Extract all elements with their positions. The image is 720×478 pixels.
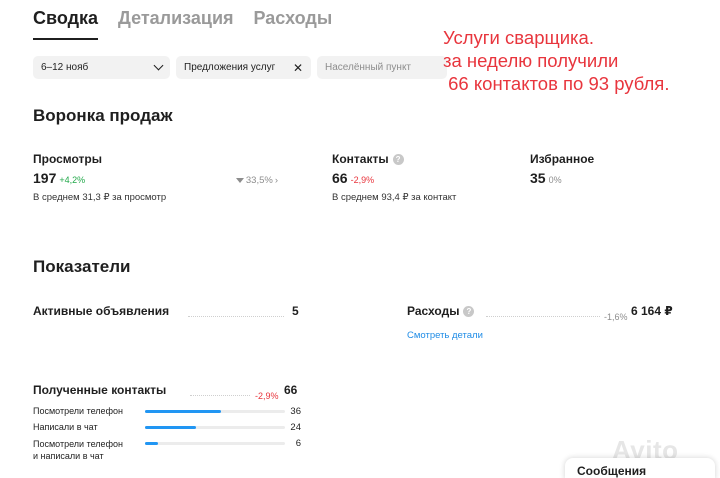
received-contacts-delta: -2,9%: [255, 391, 279, 401]
progress-track: [145, 426, 285, 429]
expenses-delta-wrap: -1,6%: [604, 307, 628, 325]
expenses-delta: -1,6%: [604, 312, 628, 322]
dotted-leader: [188, 316, 284, 317]
indicators-title: Показатели: [33, 257, 131, 276]
funnel-icon: [235, 178, 244, 183]
favorites-label: Избранное: [530, 152, 595, 166]
progress-fill: [145, 442, 158, 445]
received-contacts-value: 66: [284, 383, 298, 397]
place-placeholder: Населённый пункт: [325, 62, 412, 73]
expenses-value: 6 164 ₽: [631, 304, 673, 318]
tab-bar: Сводка Детализация Расходы: [33, 8, 332, 40]
tab-expenses[interactable]: Расходы: [254, 8, 333, 40]
favorites-metric: Избранное 35 0%: [530, 152, 650, 188]
favorites-delta: 0%: [548, 175, 562, 185]
close-icon[interactable]: ✕: [293, 61, 303, 75]
dotted-leader: [486, 316, 600, 317]
contacts-avg: В среднем 93,4 ₽ за контакт: [332, 192, 457, 203]
conversion-link[interactable]: 33,5% ›: [235, 175, 278, 186]
conversion-value: 33,5%: [245, 175, 273, 186]
breakdown-value: 36: [290, 406, 301, 417]
chevron-down-icon: [153, 60, 164, 71]
dotted-leader: [190, 395, 250, 396]
help-icon[interactable]: ?: [392, 154, 404, 165]
favorites-value: 35: [530, 170, 546, 186]
received-contacts-delta-wrap: -2,9%: [255, 386, 279, 404]
contacts-value: 66: [332, 170, 348, 186]
views-label: Просмотры: [33, 152, 103, 166]
help-icon[interactable]: ?: [463, 306, 475, 317]
contacts-label: Контакты: [332, 152, 389, 166]
service-filter[interactable]: Предложения услуг ✕: [176, 56, 311, 79]
views-metric: Просмотры 197 +4,2% 33,5% › В среднем 31,…: [33, 152, 278, 203]
funnel-title: Воронка продаж: [33, 106, 173, 125]
breakdown-label-line2: и написали в чат: [33, 451, 104, 461]
views-value: 197: [33, 170, 57, 186]
place-input[interactable]: Населённый пункт: [317, 56, 447, 79]
expenses-label: Расходы?: [407, 304, 475, 318]
messages-widget[interactable]: Сообщения: [565, 458, 715, 478]
breakdown-value: 24: [290, 422, 301, 433]
received-contacts-label: Полученные контакты: [33, 383, 167, 397]
service-value: Предложения услуг: [184, 62, 276, 73]
progress-track: [145, 410, 285, 413]
views-avg: В среднем 31,3 ₽ за просмотр: [33, 192, 167, 203]
contacts-metric: Контакты? 66 -2,9% В среднем 93,4 ₽ за ко…: [332, 152, 502, 203]
period-select[interactable]: 6–12 нояб: [33, 56, 170, 79]
contact-breakdown-row: Посмотрели телефон и написали в чат 6: [33, 438, 301, 464]
breakdown-value: 6: [295, 438, 301, 449]
handwritten-annotation: Услуги сварщика. за неделю получили 66 к…: [443, 27, 670, 94]
contact-breakdown-row: Посмотрели телефон 36: [33, 406, 301, 420]
breakdown-label: Написали в чат: [33, 422, 98, 432]
progress-fill: [145, 410, 222, 413]
progress-fill: [145, 426, 196, 429]
contact-breakdown-row: Написали в чат 24: [33, 422, 301, 436]
contacts-delta: -2,9%: [350, 175, 375, 185]
chevron-right-icon: ›: [274, 175, 278, 186]
expenses-label-text: Расходы: [407, 304, 460, 318]
filter-bar: 6–12 нояб Предложения услуг ✕ Населённый…: [33, 56, 447, 79]
progress-track: [145, 442, 285, 445]
expenses-details-link[interactable]: Смотреть детали: [407, 330, 483, 341]
breakdown-label: Посмотрели телефон: [33, 406, 123, 416]
tab-details[interactable]: Детализация: [118, 8, 234, 40]
views-delta: +4,2%: [59, 175, 86, 185]
period-value: 6–12 нояб: [41, 62, 89, 73]
active-ads-value: 5: [292, 304, 299, 318]
tab-summary[interactable]: Сводка: [33, 8, 99, 40]
active-ads-label: Активные объявления: [33, 304, 170, 318]
